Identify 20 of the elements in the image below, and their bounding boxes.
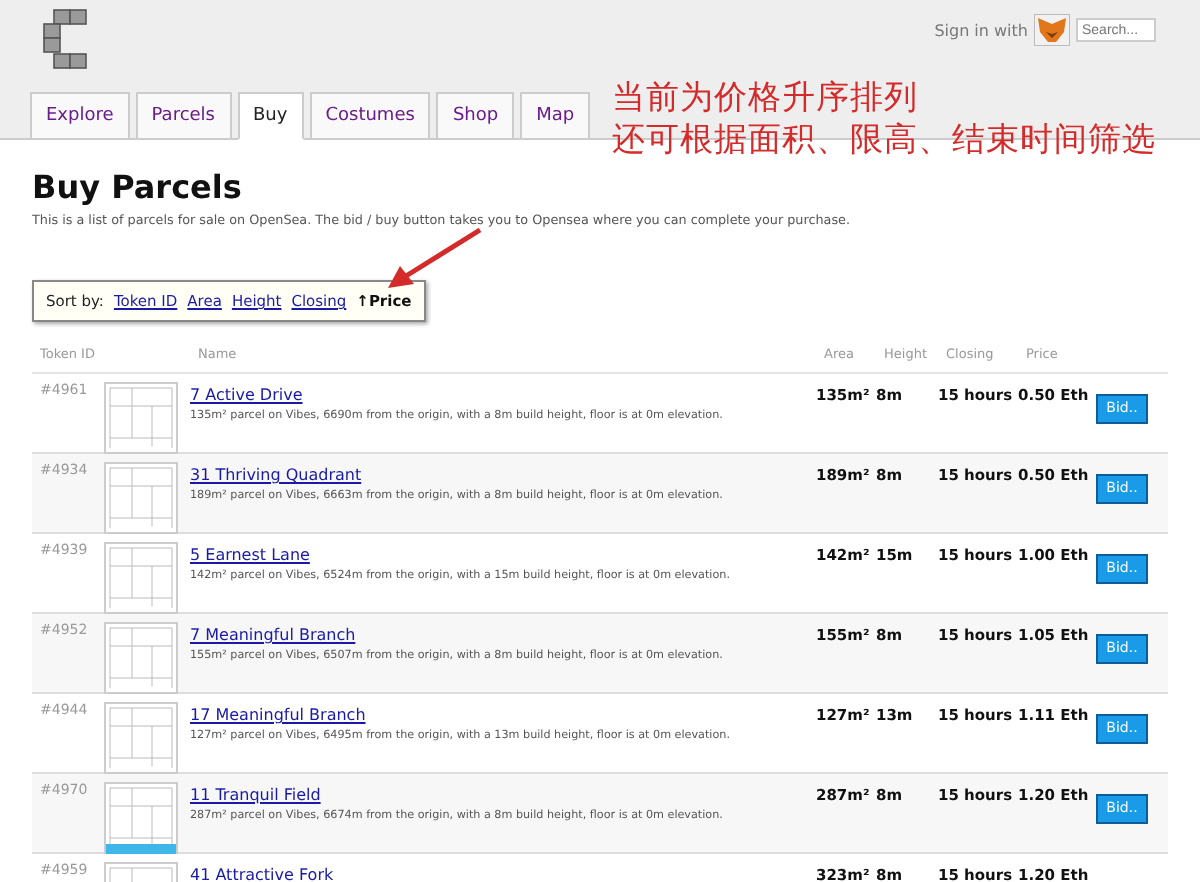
cube-logo-icon — [40, 8, 92, 72]
parcel-name-link[interactable]: 7 Meaningful Branch — [190, 626, 356, 644]
sign-in-label: Sign in with — [934, 21, 1028, 39]
nav-tab[interactable]: Buy — [237, 92, 304, 140]
parcel-name-link[interactable]: 5 Earnest Lane — [190, 546, 310, 564]
nav-tab[interactable]: Costumes — [309, 92, 431, 140]
parcel-name-link[interactable]: 17 Meaningful Branch — [190, 706, 366, 724]
parcel-name-link[interactable]: 41 Attractive Fork — [190, 866, 334, 882]
nav-tab[interactable]: Map — [520, 92, 591, 140]
nav-tab[interactable]: Parcels — [135, 92, 231, 140]
parcel-name-link[interactable]: 11 Tranquil Field — [190, 786, 321, 804]
parcel-name-link[interactable]: 7 Active Drive — [190, 386, 303, 404]
annotation-arrow — [388, 228, 482, 288]
annotation-text: 当前为价格升序排列 — [612, 76, 920, 118]
annotation-text: 还可根据面积、限高、结束时间筛选 — [612, 118, 1156, 160]
fox-icon[interactable] — [1034, 14, 1070, 46]
page-title: Buy Parcels — [32, 168, 244, 206]
nav-tab[interactable]: Explore — [30, 92, 130, 140]
parcel-name-link[interactable]: 31 Thriving Quadrant — [190, 466, 362, 484]
nav-tab[interactable]: Shop — [436, 92, 515, 140]
